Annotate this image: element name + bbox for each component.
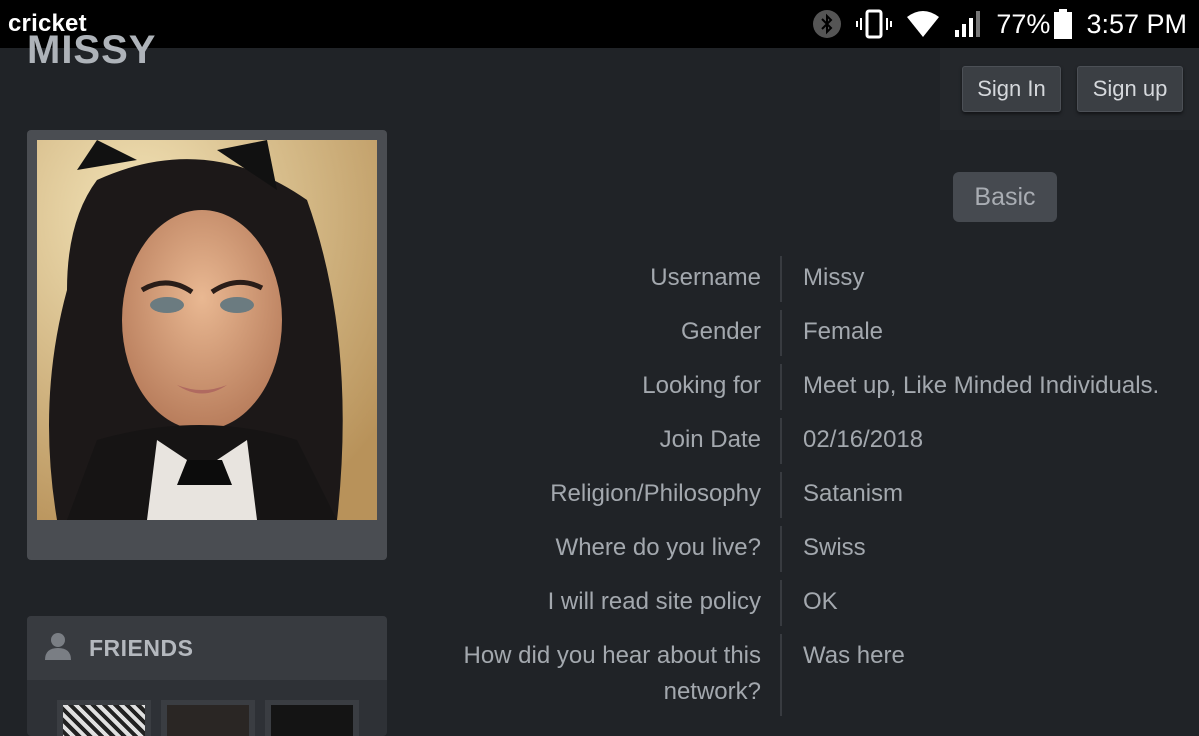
battery-percent: 77% xyxy=(996,8,1051,39)
person-icon xyxy=(43,631,73,666)
battery-icon xyxy=(1054,9,1073,39)
field-label: Username xyxy=(650,264,761,291)
field-value: Female xyxy=(803,318,884,345)
profile-field-row: Religion/Philosophy Satanism xyxy=(400,464,1199,518)
wifi-icon xyxy=(906,10,940,38)
friends-header: FRIENDS xyxy=(27,616,387,680)
profile-field-row: Username Missy xyxy=(400,248,1199,302)
field-label: Join Date xyxy=(659,426,761,453)
field-label: Gender xyxy=(680,318,761,345)
field-label: Religion/Philosophy xyxy=(550,480,761,507)
profile-field-row: Join Date 02/16/2018 xyxy=(400,410,1199,464)
page-title: MISSY xyxy=(27,28,157,72)
profile-photo-card xyxy=(27,130,387,560)
bluetooth-icon xyxy=(812,9,842,39)
friends-title: FRIENDS xyxy=(89,634,194,661)
friend-thumbnail[interactable] xyxy=(265,700,359,736)
vibrate-icon xyxy=(856,9,893,39)
profile-info-table: Username Missy Gender Female Looking for… xyxy=(400,248,1199,716)
tab-basic[interactable]: Basic xyxy=(953,172,1057,222)
field-value: Swiss xyxy=(803,534,866,561)
friend-thumbnail[interactable] xyxy=(57,700,151,736)
profile-field-row: Where do you live? Swiss xyxy=(400,518,1199,572)
field-value: Meet up, Like Minded Individuals. xyxy=(803,372,1160,399)
field-label: Where do you live? xyxy=(555,534,761,561)
profile-photo[interactable] xyxy=(37,140,377,520)
sign-in-button[interactable]: Sign In xyxy=(962,66,1061,112)
field-value: Was here xyxy=(803,642,905,669)
field-label: How did you hear about this network? xyxy=(463,642,761,705)
profile-field-row: Looking for Meet up, Like Minded Individ… xyxy=(400,356,1199,410)
field-value: OK xyxy=(803,588,838,615)
friend-thumbnail[interactable] xyxy=(161,700,255,736)
field-value: Missy xyxy=(803,264,865,291)
field-value: Satanism xyxy=(803,480,904,507)
field-label: Looking for xyxy=(642,372,761,399)
status-bar: cricket 77% 3:57 PM xyxy=(0,0,1199,48)
profile-field-row: Gender Female xyxy=(400,302,1199,356)
sign-up-button[interactable]: Sign up xyxy=(1077,66,1183,112)
field-label: I will read site policy xyxy=(547,588,761,615)
clock-time: 3:57 PM xyxy=(1086,8,1187,39)
field-value: 02/16/2018 xyxy=(803,426,924,453)
friends-panel: FRIENDS xyxy=(27,616,387,736)
profile-field-row: I will read site policy OK xyxy=(400,572,1199,626)
profile-field-row: How did you hear about this network? Was… xyxy=(400,626,1199,716)
signal-icon xyxy=(954,10,982,38)
